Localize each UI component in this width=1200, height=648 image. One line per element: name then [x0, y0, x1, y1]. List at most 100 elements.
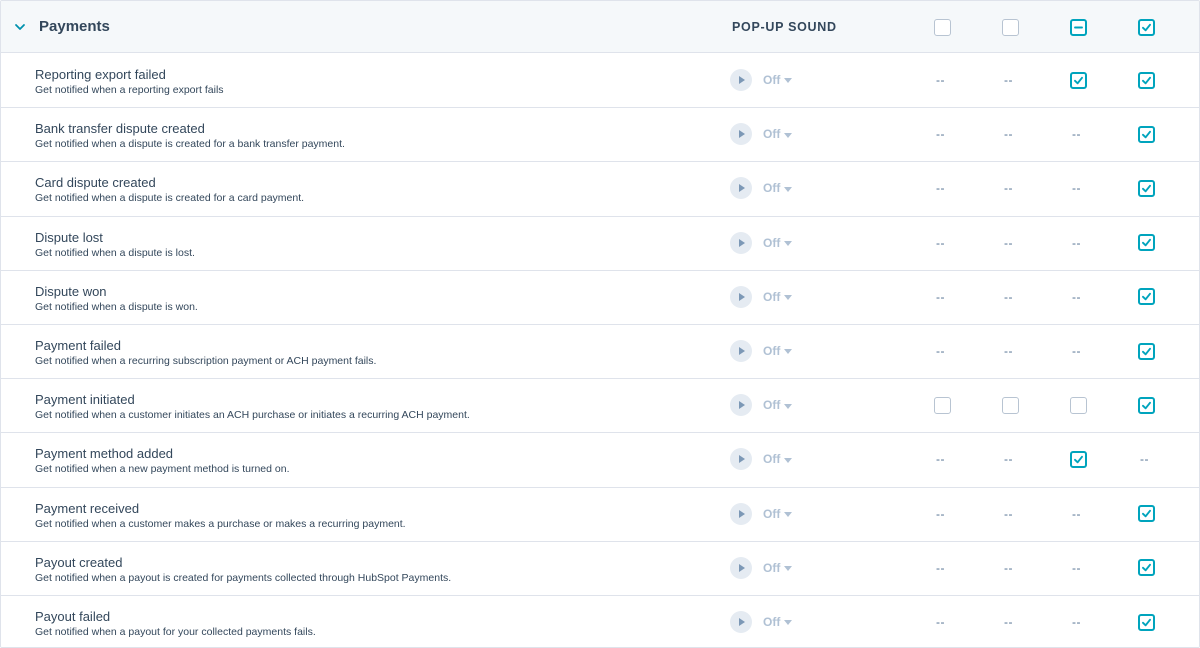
channel-disabled-dash: --	[936, 73, 945, 87]
channel-1-checkbox-cell	[933, 396, 951, 414]
popup-sound-column-header: POP-UP SOUND	[732, 20, 837, 34]
checkmark-icon	[1141, 401, 1151, 409]
sound-select-dropdown[interactable]: Off	[763, 561, 793, 575]
play-sound-button[interactable]	[730, 285, 752, 308]
play-icon	[739, 618, 745, 626]
caret-down-icon	[784, 511, 793, 517]
select-all-channel-3-checkbox[interactable]	[1069, 18, 1087, 36]
notification-description: Get notified when a recurring subscripti…	[35, 355, 377, 367]
play-icon	[739, 401, 745, 410]
channel-2-checkbox[interactable]	[1001, 396, 1019, 414]
channel-4-checkbox[interactable]	[1137, 179, 1155, 197]
notification-title: Payment method added	[35, 446, 174, 462]
sound-select-dropdown[interactable]: Off	[763, 506, 793, 521]
checkmark-icon	[1141, 130, 1151, 138]
channel-disabled-dash: --	[1072, 344, 1081, 358]
play-icon	[739, 184, 745, 193]
channel-4-checkbox[interactable]	[1137, 234, 1155, 252]
channel-3-checkbox[interactable]	[1069, 71, 1087, 89]
play-sound-button[interactable]	[730, 556, 752, 579]
play-icon	[739, 130, 745, 139]
channel-3-checkbox[interactable]	[1069, 396, 1087, 414]
channel-4-checkbox[interactable]	[1137, 288, 1155, 306]
channel-4-checkbox[interactable]	[1137, 396, 1155, 414]
play-sound-button[interactable]	[730, 69, 752, 91]
select-all-channel-1-checkbox-cell	[933, 18, 951, 36]
sound-select-dropdown[interactable]: Off	[763, 127, 793, 141]
play-sound-button[interactable]	[730, 340, 752, 362]
select-all-channel-4-checkbox[interactable]	[1137, 18, 1155, 36]
caret-down-icon	[784, 457, 793, 463]
notification-title: Payment failed	[35, 338, 121, 353]
notification-row: Payment received Get notified when a cust…	[1, 487, 1199, 542]
channel-4-checkbox-cell	[1137, 396, 1155, 414]
notification-row: Bank transfer dispute created Get notifie…	[1, 108, 1199, 163]
checkmark-icon	[1141, 238, 1151, 247]
sound-select-value: Off	[763, 181, 781, 196]
channel-disabled-dash: --	[1004, 615, 1013, 629]
caret-down-icon	[784, 78, 793, 84]
channel-disabled-dash: --	[1004, 344, 1013, 358]
channel-disabled-dash: --	[936, 181, 945, 196]
sound-select-value: Off	[763, 615, 781, 629]
sound-select-dropdown[interactable]: Off	[763, 73, 793, 87]
channel-disabled-dash: --	[1072, 181, 1081, 196]
channel-disabled-dash: --	[1004, 127, 1013, 142]
sound-select-dropdown[interactable]: Off	[763, 181, 793, 196]
channel-4-checkbox[interactable]	[1137, 505, 1155, 523]
play-sound-button[interactable]	[730, 448, 752, 471]
channel-4-checkbox-cell	[1137, 559, 1155, 577]
channel-4-checkbox[interactable]	[1137, 125, 1155, 143]
checkmark-icon	[1141, 347, 1151, 355]
channel-2-checkbox-cell	[1001, 396, 1019, 414]
channel-disabled-dash: --	[936, 344, 945, 358]
play-icon	[739, 76, 745, 84]
notification-title: Payout failed	[35, 609, 111, 624]
caret-down-icon	[784, 186, 793, 192]
notification-description: Get notified when a customer initiates a…	[35, 409, 470, 422]
sound-select-value: Off	[763, 235, 781, 250]
notification-title: Payment initiated	[35, 392, 135, 408]
notification-settings-table: Payments POP-UP SOUND Reporting export f…	[0, 0, 1200, 648]
channel-4-checkbox[interactable]	[1137, 71, 1155, 89]
channel-disabled-dash: --	[936, 560, 945, 575]
channel-disabled-dash: --	[936, 289, 945, 304]
channel-disabled-dash: --	[1072, 560, 1081, 575]
channel-4-checkbox-cell	[1137, 234, 1155, 252]
channel-4-checkbox[interactable]	[1137, 342, 1155, 360]
channel-disabled-dash: --	[1072, 615, 1081, 629]
channel-4-checkbox[interactable]	[1137, 559, 1155, 577]
select-all-channel-1-checkbox[interactable]	[933, 18, 951, 36]
select-all-channel-2-checkbox[interactable]	[1001, 18, 1019, 36]
sound-select-dropdown[interactable]: Off	[763, 398, 793, 412]
sound-select-value: Off	[763, 506, 781, 521]
play-sound-button[interactable]	[730, 611, 752, 633]
channel-4-checkbox-cell	[1137, 505, 1155, 523]
notification-description: Get notified when a dispute is lost.	[35, 246, 195, 259]
play-sound-button[interactable]	[730, 502, 752, 525]
sound-select-dropdown[interactable]: Off	[763, 235, 793, 250]
play-sound-button[interactable]	[730, 231, 752, 254]
sound-select-dropdown[interactable]: Off	[763, 615, 793, 629]
sound-select-dropdown[interactable]: Off	[763, 452, 793, 466]
channel-3-checkbox-cell	[1069, 71, 1087, 89]
chevron-down-icon[interactable]	[13, 20, 27, 34]
notification-description: Get notified when a payout is created fo…	[35, 571, 452, 584]
channel-4-checkbox-cell	[1137, 342, 1155, 360]
sound-select-dropdown[interactable]: Off	[763, 344, 793, 358]
sound-select-value: Off	[763, 344, 781, 358]
play-sound-button[interactable]	[730, 123, 752, 146]
checkmark-icon	[1141, 76, 1151, 84]
caret-down-icon	[784, 240, 793, 246]
play-sound-button[interactable]	[730, 177, 752, 200]
notification-title: Payment received	[35, 500, 140, 516]
channel-4-checkbox[interactable]	[1137, 613, 1155, 631]
notification-row: Card dispute created Get notified when a …	[1, 162, 1199, 217]
section-header[interactable]: Payments POP-UP SOUND	[1, 1, 1199, 53]
play-sound-button[interactable]	[730, 394, 752, 417]
channel-1-checkbox[interactable]	[933, 396, 951, 414]
channel-3-checkbox[interactable]	[1069, 450, 1087, 468]
sound-select-dropdown[interactable]: Off	[763, 290, 793, 304]
checkmark-icon	[1141, 23, 1151, 31]
play-icon	[739, 455, 745, 464]
